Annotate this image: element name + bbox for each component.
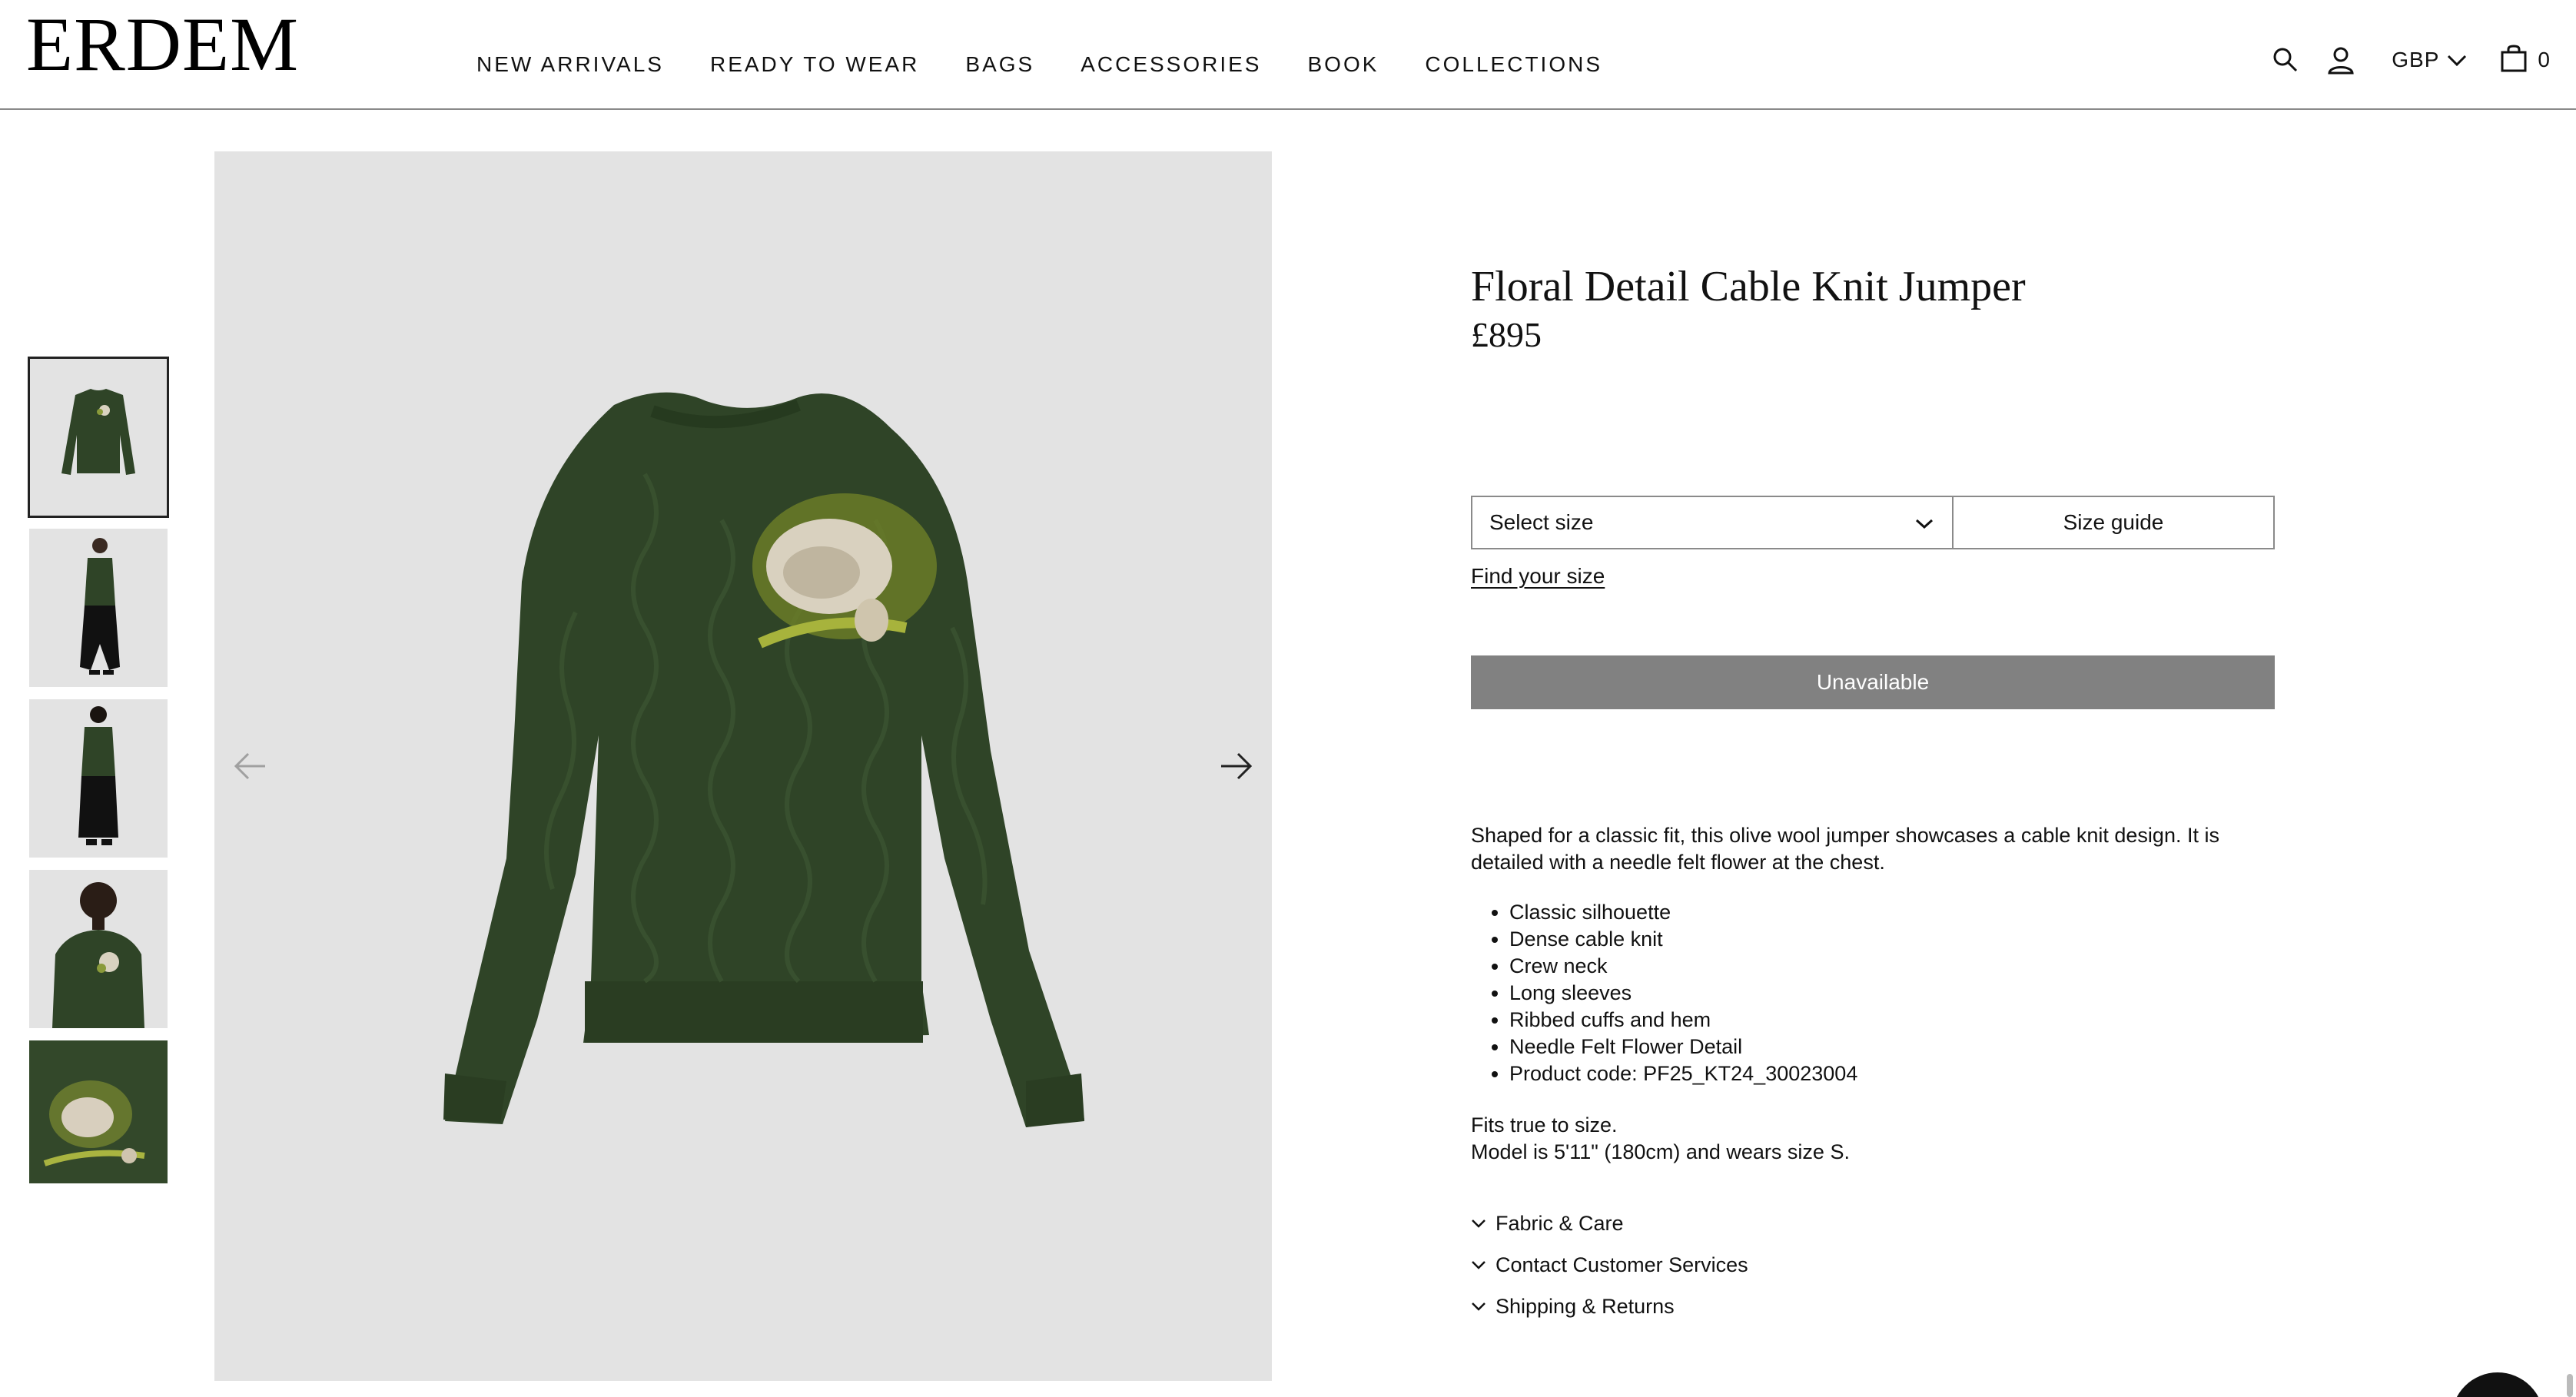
size-guide-button[interactable]: Size guide <box>1954 496 2275 549</box>
bag-button[interactable]: 0 <box>2501 44 2550 76</box>
chevron-down-icon <box>1472 1302 1486 1311</box>
currency-label: GBP <box>2392 48 2440 71</box>
nav-ready-to-wear[interactable]: READY TO WEAR <box>710 49 919 80</box>
accordion-label: Fabric & Care <box>1495 1211 1624 1235</box>
fit-line: Fits true to size. <box>1471 1113 1618 1137</box>
fit-info: Fits true to size. Model is 5'11" (180cm… <box>1471 1112 2275 1166</box>
arrow-right-icon[interactable] <box>1209 751 1255 781</box>
thumbnail-strip <box>28 357 169 1196</box>
thumbnail-model-side[interactable] <box>29 529 168 687</box>
chevron-down-icon <box>2447 48 2467 72</box>
add-to-bag-button[interactable]: Unavailable <box>1471 655 2275 709</box>
feature-list: Classic silhouette Dense cable knit Crew… <box>1471 899 2275 1087</box>
chat-button[interactable] <box>2452 1372 2544 1397</box>
find-your-size-link[interactable]: Find your size <box>1471 564 1605 589</box>
nav-book[interactable]: BOOK <box>1307 49 1379 80</box>
main-nav: NEW ARRIVALS READY TO WEAR BAGS ACCESSOR… <box>476 49 1648 80</box>
description-text: Shaped for a classic fit, this olive woo… <box>1471 824 2219 874</box>
chevron-down-icon <box>1915 510 1934 535</box>
list-item: Dense cable knit <box>1509 926 2275 953</box>
bag-icon <box>2501 44 2527 76</box>
list-item: Ribbed cuffs and hem <box>1509 1007 2275 1034</box>
header-actions: GBP 0 <box>2269 43 2550 77</box>
list-item: Long sleeves <box>1509 980 2275 1007</box>
thumbnail-front-flat[interactable] <box>28 357 169 518</box>
nav-bags[interactable]: BAGS <box>965 49 1034 80</box>
nav-collections[interactable]: COLLECTIONS <box>1425 49 1602 80</box>
model-line: Model is 5'11" (180cm) and wears size S. <box>1471 1140 1850 1163</box>
scrollbar-thumb[interactable] <box>2567 1374 2573 1397</box>
thumbnail-detail-closeup[interactable] <box>29 1040 168 1183</box>
chevron-down-icon <box>1472 1261 1486 1269</box>
site-header: ERDEM NEW ARRIVALS READY TO WEAR BAGS AC… <box>0 0 2576 110</box>
thumbnail-model-back[interactable] <box>29 699 168 858</box>
product-accordion: Fabric & Care Contact Customer Services … <box>1471 1203 2275 1327</box>
list-item: Crew neck <box>1509 953 2275 980</box>
account-icon[interactable] <box>2324 43 2358 77</box>
size-select[interactable]: Select size <box>1471 496 1954 549</box>
accordion-fabric-care[interactable]: Fabric & Care <box>1471 1203 2275 1244</box>
accordion-label: Contact Customer Services <box>1495 1253 1748 1276</box>
currency-selector[interactable]: GBP <box>2392 48 2467 72</box>
thumbnail-model-front-crop[interactable] <box>29 870 168 1028</box>
product-title: Floral Detail Cable Knit Jumper <box>1471 263 2026 310</box>
accordion-shipping-returns[interactable]: Shipping & Returns <box>1471 1286 2275 1327</box>
list-item: Needle Felt Flower Detail <box>1509 1034 2275 1060</box>
list-item: Classic silhouette <box>1509 899 2275 926</box>
product-main-image[interactable] <box>214 151 1272 1381</box>
size-row: Select size Size guide <box>1471 496 2275 549</box>
jumper-illustration <box>443 392 1084 1127</box>
accordion-label: Shipping & Returns <box>1495 1294 1675 1318</box>
nav-new-arrivals[interactable]: NEW ARRIVALS <box>476 49 664 80</box>
size-select-label: Select size <box>1489 510 1594 534</box>
search-icon[interactable] <box>2269 43 2302 77</box>
arrow-left-icon[interactable] <box>231 751 277 781</box>
product-info: Floral Detail Cable Knit Jumper £895 <box>1471 261 2275 355</box>
nav-accessories[interactable]: ACCESSORIES <box>1081 49 1261 80</box>
chevron-down-icon <box>1472 1219 1486 1228</box>
bag-count: 0 <box>2538 48 2550 71</box>
list-item: Product code: PF25_KT24_30023004 <box>1509 1060 2275 1087</box>
product-price: £895 <box>1471 315 1542 355</box>
accordion-customer-services[interactable]: Contact Customer Services <box>1471 1244 2275 1286</box>
site-logo[interactable]: ERDEM <box>26 6 299 83</box>
product-description: Shaped for a classic fit, this olive woo… <box>1471 822 2275 1166</box>
